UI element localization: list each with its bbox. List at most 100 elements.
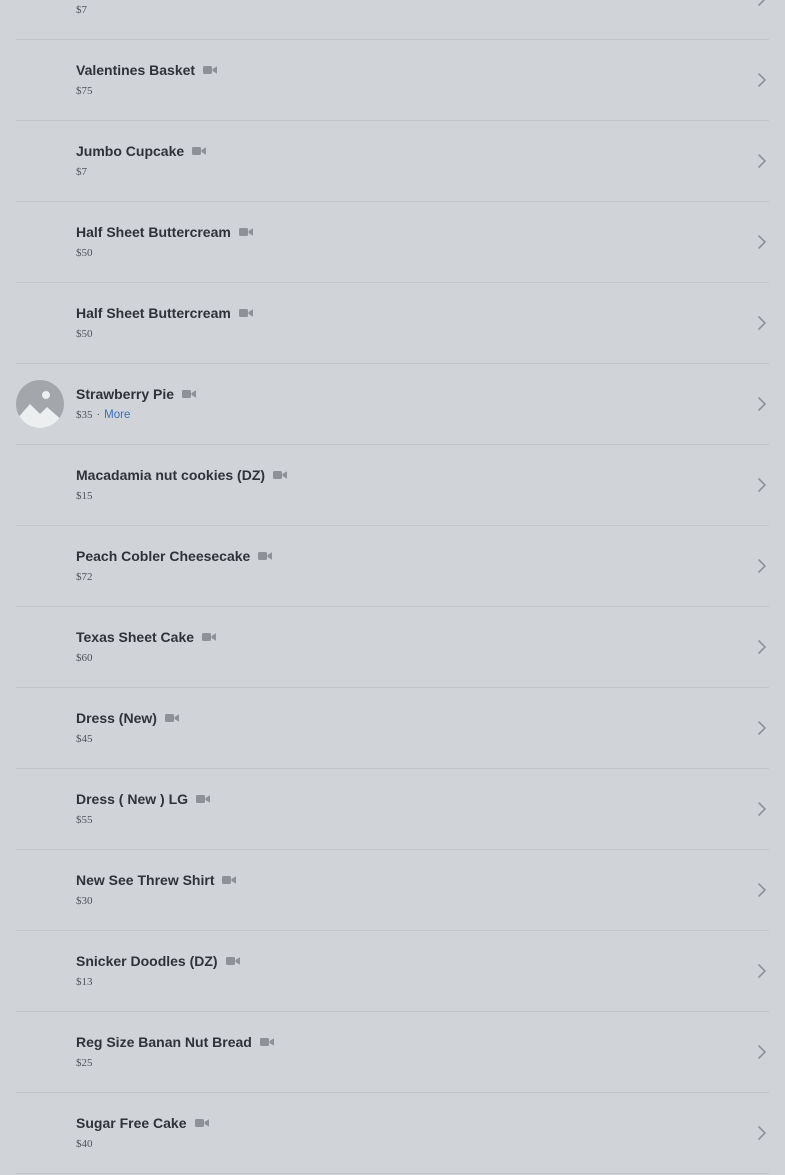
item-name: Half Sheet Buttercream: [76, 305, 231, 321]
item-title-line: Snicker Doodles (DZ): [76, 953, 240, 969]
chevron-right-icon: [758, 235, 766, 249]
list-item[interactable]: Dress ( New ) LG $55: [16, 769, 769, 850]
item-price: $55: [76, 814, 93, 826]
list-item[interactable]: Macadamia nut cookies (DZ) $15: [16, 445, 769, 526]
video-camera-icon: [222, 876, 237, 884]
item-name: Texas Sheet Cake: [76, 629, 195, 645]
chevron-right-icon: [758, 721, 766, 735]
video-camera-icon: [258, 552, 273, 560]
item-title-line: Sugar Free Cake: [76, 1115, 209, 1131]
item-name: Valentines Basket: [76, 62, 196, 78]
item-meta: $35 · More: [76, 409, 130, 421]
list-item[interactable]: Half Sheet Buttercream $50: [16, 202, 769, 283]
list-item[interactable]: Texas Sheet Cake $60: [16, 607, 769, 688]
item-price: $15: [76, 490, 93, 502]
item-title-line: Dress ( New ) LG: [76, 791, 211, 807]
video-camera-icon: [164, 714, 179, 722]
item-title-line: Half Sheet Buttercream: [76, 224, 253, 240]
list-item[interactable]: Strawberry Pie $35 · More: [16, 364, 769, 445]
video-camera-icon: [182, 390, 197, 398]
chevron-right-icon: [758, 883, 766, 897]
item-title-line: Texas Sheet Cake: [76, 629, 217, 645]
item-name: Dress (New): [76, 710, 157, 726]
item-title-line: Jumbo Cupcake: [76, 143, 207, 159]
item-price: $25: [76, 1057, 93, 1069]
video-camera-icon: [238, 228, 253, 236]
chevron-right-icon: [758, 964, 766, 978]
video-camera-icon: [273, 471, 288, 479]
separator-dot: ·: [96, 409, 101, 421]
item-title-line: Peach Cobler Cheesecake: [76, 548, 273, 564]
video-camera-icon: [259, 1038, 274, 1046]
item-title-line: Reg Size Banan Nut Bread: [76, 1034, 274, 1050]
chevron-right-icon: [758, 1045, 766, 1059]
chevron-right-icon: [758, 73, 766, 87]
item-title-line: Dress (New): [76, 710, 179, 726]
item-meta: $55: [76, 814, 93, 826]
item-price: $75: [76, 85, 93, 97]
item-price: $30: [76, 895, 93, 907]
chevron-right-icon: [758, 559, 766, 573]
item-name: Reg Size Banan Nut Bread: [76, 1034, 252, 1050]
item-name: Sugar Free Cake: [76, 1115, 187, 1131]
item-meta: $72: [76, 571, 93, 583]
chevron-right-icon: [758, 154, 766, 168]
item-meta: $7: [76, 4, 87, 16]
video-camera-icon: [238, 309, 253, 317]
item-title-line: New See Threw Shirt: [76, 872, 237, 888]
item-price: $50: [76, 328, 93, 340]
more-link[interactable]: More: [104, 409, 130, 421]
item-price: $40: [76, 1138, 93, 1150]
list-item[interactable]: Reg Size Banan Nut Bread $25: [16, 1012, 769, 1093]
item-meta: $60: [76, 652, 93, 664]
list-item[interactable]: Half Sheet Buttercream $50: [16, 283, 769, 364]
list-item[interactable]: Peach Cobler Cheesecake $72: [16, 526, 769, 607]
item-title-line: Strawberry Pie: [76, 386, 197, 402]
video-camera-icon: [225, 957, 240, 965]
item-meta: $15: [76, 490, 93, 502]
item-title-line: Macadamia nut cookies (DZ): [76, 467, 288, 483]
item-meta: $50: [76, 328, 93, 340]
chevron-right-icon: [758, 478, 766, 492]
item-list: $7 Valentines Basket $75 Jumbo Cupcake $7 Hal…: [16, 0, 769, 1174]
list-item[interactable]: Valentines Basket $75: [16, 40, 769, 121]
item-name: Strawberry Pie: [76, 386, 175, 402]
chevron-right-icon: [758, 397, 766, 411]
item-name: Peach Cobler Cheesecake: [76, 548, 251, 564]
image-placeholder-icon: [16, 391, 64, 428]
item-price: $60: [76, 652, 93, 664]
video-camera-icon: [194, 1119, 209, 1127]
video-camera-icon: [202, 633, 217, 641]
list-item[interactable]: New See Threw Shirt $30: [16, 850, 769, 931]
item-meta: $7: [76, 166, 87, 178]
item-meta: $75: [76, 85, 93, 97]
video-camera-icon: [192, 147, 207, 155]
item-price: $13: [76, 976, 93, 988]
item-name: Snicker Doodles (DZ): [76, 953, 218, 969]
item-price: $35: [76, 409, 93, 421]
item-name: New See Threw Shirt: [76, 872, 215, 888]
chevron-right-icon: [758, 0, 766, 6]
item-price: $7: [76, 4, 87, 16]
list-item[interactable]: Dress (New) $45: [16, 688, 769, 769]
item-name: Macadamia nut cookies (DZ): [76, 467, 266, 483]
item-meta: $30: [76, 895, 93, 907]
chevron-right-icon: [758, 640, 766, 654]
chevron-right-icon: [758, 802, 766, 816]
item-meta: $45: [76, 733, 93, 745]
item-title-line: Half Sheet Buttercream: [76, 305, 253, 321]
item-price: $72: [76, 571, 93, 583]
list-item[interactable]: $7: [16, 0, 769, 40]
video-camera-icon: [203, 66, 218, 74]
item-title-line: Valentines Basket: [76, 62, 218, 78]
list-item[interactable]: Sugar Free Cake $40: [16, 1093, 769, 1174]
item-name: Jumbo Cupcake: [76, 143, 185, 159]
item-meta: $13: [76, 976, 93, 988]
item-price: $45: [76, 733, 93, 745]
list-item[interactable]: Jumbo Cupcake $7: [16, 121, 769, 202]
item-price: $50: [76, 247, 93, 259]
chevron-right-icon: [758, 1126, 766, 1140]
list-item[interactable]: Snicker Doodles (DZ) $13: [16, 931, 769, 1012]
item-name: Dress ( New ) LG: [76, 791, 189, 807]
item-name: Half Sheet Buttercream: [76, 224, 231, 240]
